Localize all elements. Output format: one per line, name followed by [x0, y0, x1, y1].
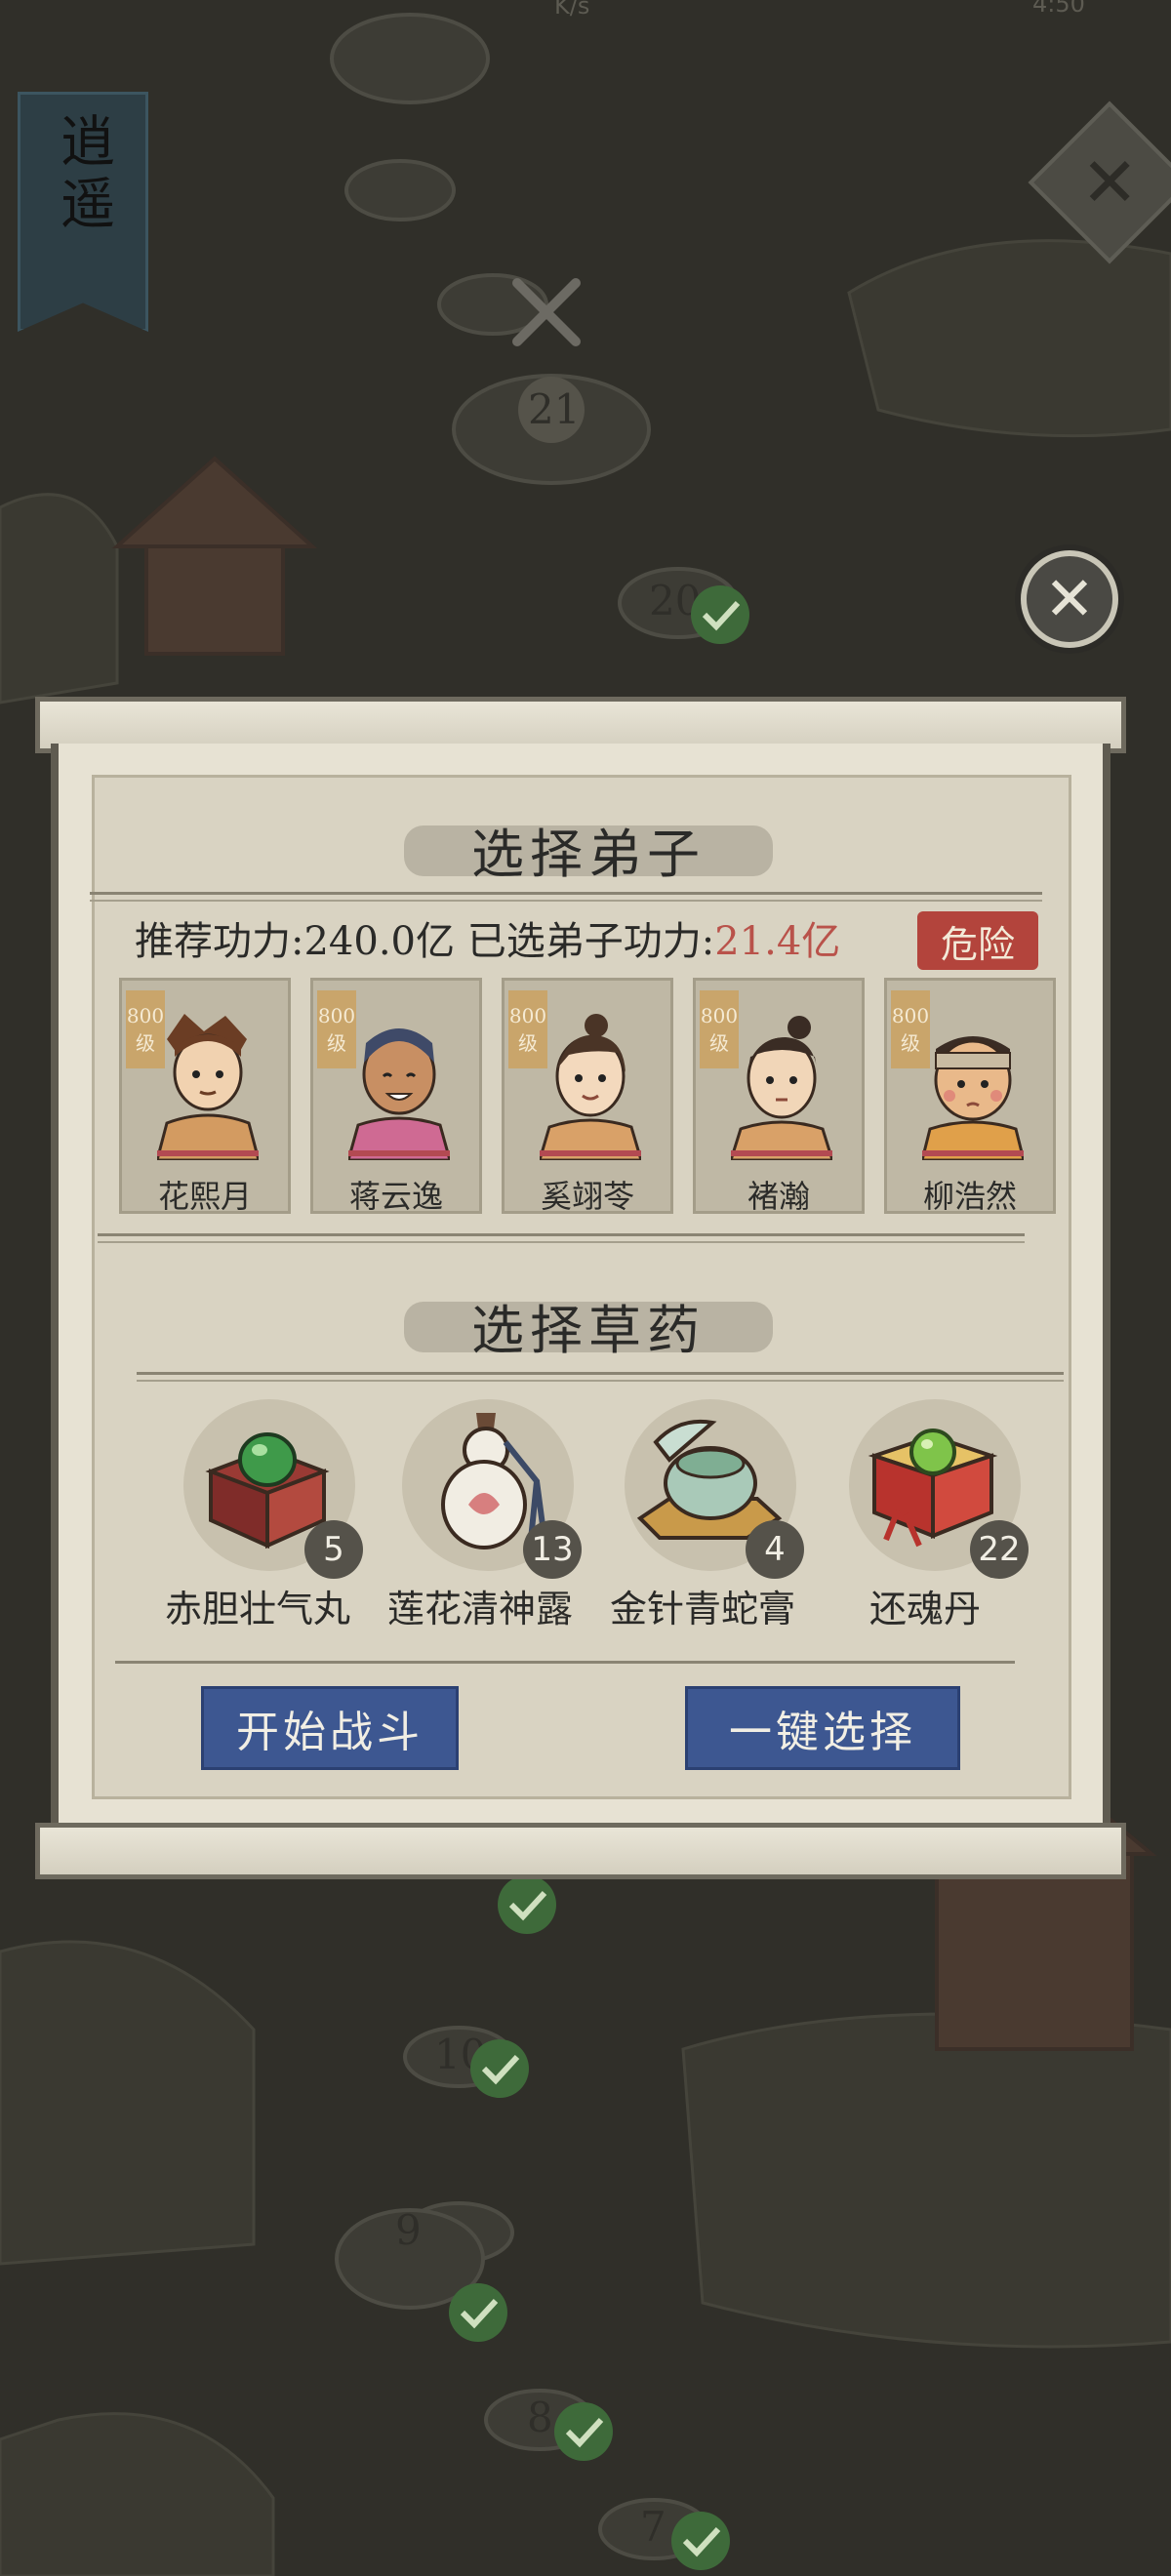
disciple-card[interactable]: 800 级 褚瀚 — [693, 978, 865, 1215]
divider — [98, 1241, 1025, 1243]
power-summary: 推荐功力:240.0亿 已选弟子功力:21.4亿 — [135, 909, 840, 966]
herb-item[interactable]: 4 — [613, 1393, 808, 1589]
start-battle-button[interactable]: 开始战斗 — [201, 1686, 459, 1770]
herb-name: 金针青蛇膏 — [609, 1588, 795, 1630]
node-completed-check-icon — [449, 2283, 507, 2342]
disciple-portrait — [922, 1036, 1024, 1160]
herb-count: 4 — [746, 1520, 804, 1579]
danger-badge: 危险 — [917, 911, 1038, 970]
map-node-label: 21 — [528, 385, 580, 433]
disciple-name: 花熙月 — [157, 1178, 252, 1215]
disciple-portrait — [348, 1028, 450, 1160]
node-completed-check-icon — [554, 2402, 613, 2461]
disciple-card[interactable]: 800 级 奚翊苓 — [502, 978, 673, 1215]
selected-power-value: 21.4亿 — [714, 919, 841, 964]
recommended-power-label: 推荐功力: — [135, 919, 304, 964]
clock: 4:50 — [1032, 0, 1085, 18]
divider — [90, 900, 1042, 902]
herb-name: 还魂丹 — [868, 1588, 981, 1630]
node-completed-check-icon — [470, 2039, 529, 2098]
disciple-portrait — [540, 1014, 641, 1160]
divider — [98, 1233, 1025, 1236]
map-node-label: 9 — [395, 2206, 422, 2254]
divider — [137, 1372, 1064, 1375]
disciple-name: 蒋云逸 — [348, 1178, 443, 1215]
disciple-name: 褚瀚 — [747, 1178, 810, 1215]
herb-count: 22 — [970, 1520, 1029, 1579]
disciple-card[interactable]: 800 级 柳浩然 — [884, 978, 1056, 1215]
select-herb-title: 选择草药 — [404, 1288, 773, 1362]
node-completed-check-icon — [691, 585, 749, 644]
disciple-name: 柳浩然 — [922, 1178, 1017, 1215]
herb-name: 莲花清神露 — [386, 1588, 573, 1630]
auto-select-button[interactable]: 一键选择 — [685, 1686, 960, 1770]
herb-count: 5 — [304, 1520, 363, 1579]
dialog-close-button[interactable]: ✕ — [1021, 550, 1118, 648]
disciple-portrait — [731, 1016, 832, 1160]
status-bar: K/s 4:50 — [0, 0, 1171, 23]
node-completed-check-icon — [498, 1875, 556, 1934]
divider — [137, 1380, 1064, 1382]
map-node-label: 7 — [640, 2503, 666, 2551]
map-node-label: 8 — [527, 2394, 553, 2441]
node-completed-check-icon — [671, 2512, 730, 2570]
divider — [115, 1661, 1015, 1664]
side-banner[interactable]: 逍遥 — [18, 92, 148, 332]
disciple-card[interactable]: 800 级 花熙月 — [119, 978, 291, 1215]
herb-item[interactable]: 5 — [172, 1393, 367, 1589]
herb-item[interactable]: 22 — [837, 1393, 1032, 1589]
dialog-panel — [51, 744, 1110, 1827]
close-icon: ✕ — [1044, 563, 1095, 634]
network-speed: K/s — [554, 0, 590, 20]
herb-item[interactable]: 13 — [390, 1393, 586, 1589]
disciple-portrait — [157, 1014, 259, 1160]
select-disciple-title: 选择弟子 — [404, 812, 773, 886]
side-banner-label: 逍遥 — [51, 112, 115, 237]
disciple-card[interactable]: 800 级 蒋云逸 — [310, 978, 482, 1215]
disciple-name: 奚翊苓 — [540, 1178, 634, 1215]
scroll-bottom-roller — [35, 1823, 1126, 1879]
selected-power-label: 已选弟子功力: — [466, 919, 715, 964]
herb-count: 13 — [523, 1520, 582, 1579]
close-icon: ✕ — [1080, 142, 1139, 222]
herb-name: 赤胆壮气丸 — [164, 1588, 350, 1630]
recommended-power-value: 240.0亿 — [303, 919, 455, 964]
divider — [90, 892, 1042, 895]
